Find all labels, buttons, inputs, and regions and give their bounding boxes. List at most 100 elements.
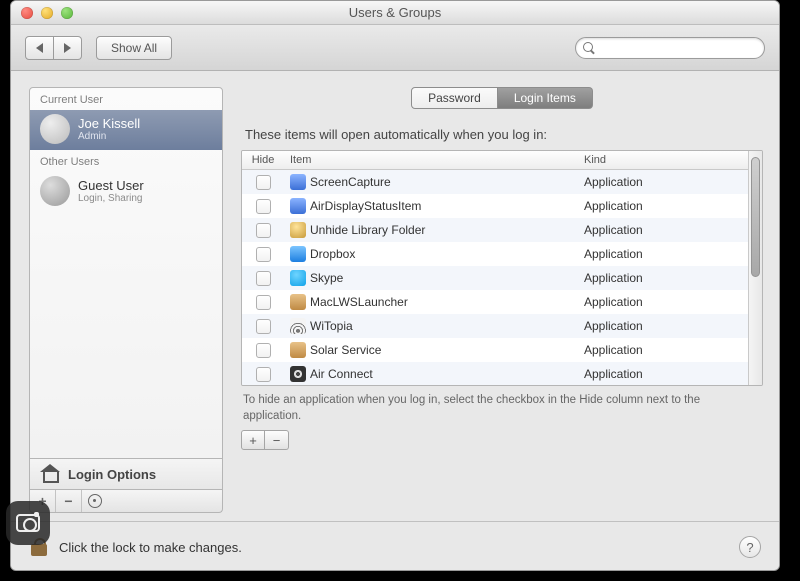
hide-checkbox[interactable]	[256, 295, 271, 310]
user-name: Guest User	[78, 178, 144, 193]
item-name: WiTopia	[310, 319, 353, 333]
table-header: Hide Item Kind	[242, 151, 748, 170]
item-name: Dropbox	[310, 247, 355, 261]
nav-back-forward	[25, 36, 82, 60]
item-kind: Application	[578, 292, 748, 312]
camera-icon	[16, 514, 40, 532]
app-icon	[290, 246, 306, 262]
hide-checkbox[interactable]	[256, 175, 271, 190]
intro-text: These items will open automatically when…	[245, 127, 763, 142]
app-icon	[290, 270, 306, 286]
show-all-button[interactable]: Show All	[96, 36, 172, 60]
table-scroll[interactable]: Hide Item Kind ScreenCaptureApplicationA…	[242, 151, 748, 385]
remove-item-button[interactable]: −	[265, 430, 289, 450]
vertical-scrollbar[interactable]	[748, 151, 762, 385]
prefs-window: Users & Groups Show All Current User Joe…	[10, 0, 780, 571]
user-role: Login, Sharing	[78, 193, 144, 204]
lens-overlay-icon	[6, 501, 50, 545]
hide-checkbox[interactable]	[256, 367, 271, 382]
chevron-right-icon	[64, 43, 71, 53]
lock-text: Click the lock to make changes.	[59, 540, 242, 555]
hide-checkbox[interactable]	[256, 319, 271, 334]
item-name: AirDisplayStatusItem	[310, 199, 421, 213]
app-icon	[290, 366, 306, 382]
table-row[interactable]: WiTopia Application	[242, 314, 748, 338]
tab-password[interactable]: Password	[411, 87, 498, 109]
hide-checkbox[interactable]	[256, 223, 271, 238]
item-kind: Application	[578, 316, 748, 336]
app-icon	[290, 174, 306, 190]
search-icon	[582, 41, 596, 55]
table-row[interactable]: Air Connect Application	[242, 362, 748, 385]
add-item-button[interactable]: +	[241, 430, 265, 450]
item-name: Air Connect	[310, 367, 373, 381]
main-panel: Password Login Items These items will op…	[241, 87, 763, 513]
app-icon	[290, 294, 306, 310]
item-kind: Application	[578, 364, 748, 384]
user-list: Current User Joe Kissell Admin Other Use…	[29, 87, 223, 459]
sidebar-user-current[interactable]: Joe Kissell Admin	[30, 110, 222, 150]
login-items-table: Hide Item Kind ScreenCaptureApplicationA…	[241, 150, 763, 386]
hide-checkbox[interactable]	[256, 271, 271, 286]
close-window-button[interactable]	[21, 7, 33, 19]
item-name: Skype	[310, 271, 343, 285]
help-button[interactable]: ?	[739, 536, 761, 558]
item-name: ScreenCapture	[310, 175, 391, 189]
sidebar-user-guest[interactable]: Guest User Login, Sharing	[30, 172, 222, 212]
gear-icon	[88, 494, 102, 508]
chevron-left-icon	[36, 43, 43, 53]
home-icon	[40, 465, 60, 483]
item-kind: Application	[578, 268, 748, 288]
back-button[interactable]	[25, 36, 54, 60]
hide-checkbox[interactable]	[256, 343, 271, 358]
window-title: Users & Groups	[11, 5, 779, 20]
item-kind: Application	[578, 340, 748, 360]
login-options-label: Login Options	[68, 467, 156, 482]
hide-checkbox[interactable]	[256, 247, 271, 262]
item-kind: Application	[578, 244, 748, 264]
col-item[interactable]: Item	[284, 151, 578, 169]
col-kind[interactable]: Kind	[578, 151, 748, 169]
table-row[interactable]: MacLWSLauncher Application	[242, 290, 748, 314]
search-input[interactable]	[600, 41, 758, 55]
toolbar: Show All	[11, 25, 779, 71]
table-row[interactable]: AirDisplayStatusItem Application	[242, 194, 748, 218]
item-kind: Application	[578, 196, 748, 216]
app-icon	[290, 342, 306, 358]
login-options-row[interactable]: Login Options	[29, 459, 223, 490]
remove-user-button[interactable]: −	[56, 490, 82, 512]
zoom-window-button[interactable]	[61, 7, 73, 19]
footer: Click the lock to make changes. ?	[11, 521, 779, 570]
current-user-header: Current User	[30, 88, 222, 110]
other-users-header: Other Users	[30, 150, 222, 172]
avatar-icon	[40, 114, 70, 144]
item-name: MacLWSLauncher	[310, 295, 408, 309]
sidebar: Current User Joe Kissell Admin Other Use…	[29, 87, 223, 513]
item-name: Unhide Library Folder	[310, 223, 425, 237]
content-body: Current User Joe Kissell Admin Other Use…	[11, 71, 779, 521]
scroll-thumb[interactable]	[751, 157, 760, 277]
minimize-window-button[interactable]	[41, 7, 53, 19]
hide-checkbox[interactable]	[256, 199, 271, 214]
forward-button[interactable]	[54, 36, 82, 60]
table-row[interactable]: Skype Application	[242, 266, 748, 290]
user-actions-button[interactable]	[82, 490, 108, 512]
item-name: Solar Service	[310, 343, 381, 357]
user-name: Joe Kissell	[78, 116, 140, 131]
app-icon	[290, 222, 306, 238]
table-row[interactable]: Dropbox Application	[242, 242, 748, 266]
table-row[interactable]: Solar Service Application	[242, 338, 748, 362]
avatar-icon	[40, 176, 70, 206]
app-icon	[290, 198, 306, 214]
col-hide[interactable]: Hide	[242, 151, 284, 169]
sidebar-action-row: + −	[29, 490, 223, 513]
table-row[interactable]: ScreenCapture Application	[242, 170, 748, 194]
traffic-lights	[21, 7, 73, 19]
tab-login-items[interactable]: Login Items	[498, 87, 593, 109]
hint-text: To hide an application when you log in, …	[243, 392, 761, 424]
table-row[interactable]: Unhide Library Folder Application	[242, 218, 748, 242]
item-kind: Application	[578, 172, 748, 192]
search-field[interactable]	[575, 37, 765, 59]
add-remove-items: + −	[241, 430, 763, 450]
item-kind: Application	[578, 220, 748, 240]
